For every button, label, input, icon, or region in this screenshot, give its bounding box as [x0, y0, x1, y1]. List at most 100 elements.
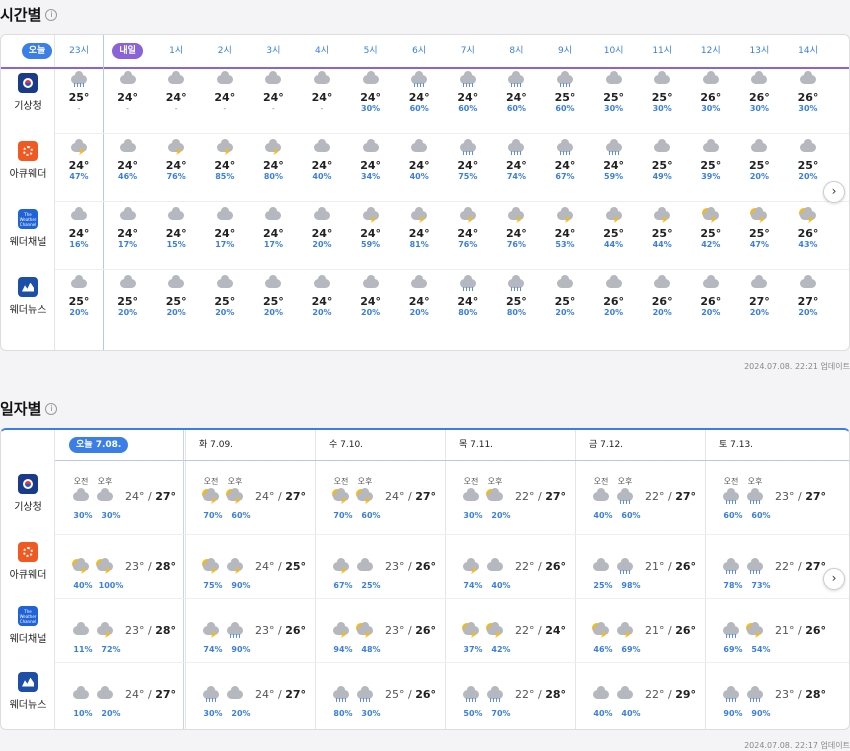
weather-icons: [329, 558, 389, 578]
hour-cell: 24° 16%: [55, 207, 103, 249]
day-cell: 10% 20% 24° / 27°: [55, 664, 185, 728]
temperature: 24°: [457, 227, 479, 240]
cloud-icon: [592, 558, 610, 574]
rain-icon: [459, 139, 477, 155]
day-cell: 50% 70% 22° / 28°: [445, 664, 575, 728]
pm-precip: 20%: [231, 709, 251, 718]
precip-chance: 39%: [701, 172, 721, 181]
temperature-range: 23° / 28°: [125, 624, 176, 637]
sun-storm-icon: [202, 488, 220, 504]
today-pill[interactable]: 오늘: [21, 43, 53, 59]
day-cell: 25% 98% 21° / 26°: [575, 536, 705, 600]
row-line: [55, 598, 849, 599]
cloud-icon: [264, 207, 282, 223]
am-precip: 94%: [333, 645, 353, 654]
precip-chance: 16%: [69, 240, 89, 249]
info-icon[interactable]: i: [45, 8, 58, 21]
temperature: 26°: [797, 227, 819, 240]
provider-0[interactable]: 기상청: [1, 73, 55, 112]
sun-storm-icon: [202, 558, 220, 574]
temperature: 25°: [214, 295, 236, 308]
precip-chances: 30% 30%: [69, 511, 129, 520]
cloud-shape: [119, 207, 136, 220]
temperature: 24°: [554, 227, 576, 240]
provider-3[interactable]: 웨더뉴스: [1, 672, 55, 711]
weather-icons: [719, 622, 779, 642]
rain-icon: [605, 139, 623, 155]
provider-name: 웨더뉴스: [9, 700, 47, 711]
low-temp: 24°: [125, 688, 145, 701]
high-temp: 27°: [155, 490, 177, 503]
precip-chance: -: [271, 104, 275, 113]
provider-1[interactable]: 아큐웨더: [1, 141, 55, 180]
rain-icon: [332, 686, 350, 702]
temperature: 24°: [311, 91, 333, 104]
cloud-shape: [557, 275, 573, 288]
am-precip: 75%: [203, 581, 223, 590]
hour-header: 6시: [412, 46, 427, 56]
day-header: 금 7.12.: [575, 430, 705, 460]
weather-icons: [589, 622, 649, 642]
cloud-icon: [799, 139, 817, 155]
precip-chance: 20%: [118, 308, 138, 317]
hour-cell: 24° 34%: [347, 139, 395, 181]
logo-mark: [23, 78, 33, 88]
hour-cell: 26° 20%: [687, 275, 735, 317]
cloud-icon: [264, 71, 282, 87]
high-temp: 28°: [155, 624, 177, 637]
provider-3[interactable]: 웨더뉴스: [1, 277, 55, 316]
info-icon[interactable]: i: [45, 402, 58, 415]
precip-chances: 46% 69%: [589, 645, 649, 654]
precip-chance: 60%: [409, 104, 429, 113]
cloud-shape: [265, 275, 282, 288]
temperature: 24°: [311, 227, 333, 240]
cloud-icon: [72, 622, 90, 638]
am-precip: 30%: [73, 511, 93, 520]
cloud-icon: [702, 71, 720, 87]
day-header: 화 7.09.: [185, 430, 315, 460]
high-temp: 27°: [155, 688, 177, 701]
sun-storm-icon: [462, 622, 480, 638]
temperature: 25°: [700, 227, 722, 240]
temperature: 24°: [262, 227, 284, 240]
provider-1[interactable]: 아큐웨더: [1, 542, 55, 581]
day-cell: 오전 오후 60% 60% 23° / 27°: [705, 466, 835, 530]
temperature-range: 23° / 26°: [255, 624, 306, 637]
precip-chance: 42%: [701, 240, 721, 249]
temperature: 24°: [262, 159, 284, 172]
temperature: 25°: [748, 227, 770, 240]
cloud-shape: [411, 275, 428, 288]
hour-cell: 25° 30%: [590, 71, 638, 113]
cloud-shape: [357, 622, 373, 635]
temperature: 25°: [554, 295, 576, 308]
hour-cell: 24° 74%: [492, 139, 540, 181]
provider-2[interactable]: The Weather Channel 웨더채널: [1, 209, 55, 248]
temperature: 24°: [408, 227, 430, 240]
low-temp: 24°: [125, 490, 145, 503]
temperature-range: 23° / 26°: [385, 560, 436, 573]
tomorrow-pill[interactable]: 내일: [112, 43, 143, 59]
storm-icon: [653, 207, 671, 223]
daily-update-time: 2024.07.08. 22:17 업데이트: [744, 741, 850, 750]
temperature: 25°: [651, 227, 673, 240]
hour-cell: 25° 42%: [687, 207, 735, 249]
today-pill[interactable]: 오늘 7.08.: [69, 437, 129, 453]
temperature: 24°: [117, 227, 138, 240]
precip-chance: 17%: [118, 240, 138, 249]
next-arrow-button[interactable]: ›: [823, 568, 845, 590]
cloud-shape: [654, 275, 671, 288]
provider-0[interactable]: 기상청: [1, 474, 55, 513]
am-pm-labels: 오전 오후: [199, 476, 259, 487]
precip-chance: 47%: [749, 240, 769, 249]
precip-chance: 20%: [604, 308, 624, 317]
provider-2[interactable]: The Weather Channel 웨더채널: [1, 606, 55, 645]
pm-precip: 30%: [361, 709, 381, 718]
hour-header: 12시: [700, 46, 721, 56]
next-arrow-button[interactable]: ›: [823, 181, 845, 203]
low-temp: 21°: [775, 624, 795, 637]
low-temp: 24°: [255, 560, 275, 573]
cloud-storm-icon: [70, 139, 88, 155]
sun-cloud-icon: [486, 488, 504, 504]
pm-label: 오후: [357, 477, 373, 486]
hour-cell: 24° 40%: [395, 139, 443, 181]
